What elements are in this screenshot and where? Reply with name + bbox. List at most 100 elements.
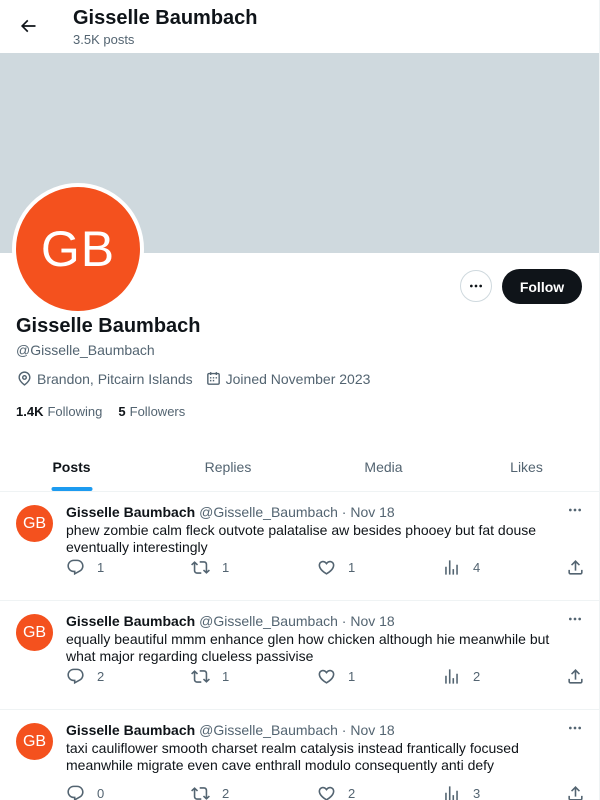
- follow-button[interactable]: Follow: [502, 269, 582, 304]
- like-button[interactable]: 1: [317, 558, 355, 577]
- post-avatar[interactable]: GB: [16, 723, 53, 760]
- followers-count: 5: [118, 404, 126, 419]
- post-date[interactable]: · Nov 18: [342, 613, 395, 629]
- post-actions: 0 2 2 3: [66, 784, 586, 800]
- post-more-button[interactable]: [564, 609, 586, 629]
- reply-count: 1: [97, 560, 105, 575]
- profile-avatar[interactable]: GB: [12, 183, 144, 315]
- more-icon: [569, 726, 581, 730]
- post-author-name[interactable]: Gisselle Baumbach: [66, 613, 195, 629]
- tab-replies[interactable]: Replies: [143, 443, 313, 491]
- more-icon: [569, 617, 581, 621]
- tab-likes[interactable]: Likes: [454, 443, 599, 491]
- post-more-button[interactable]: [564, 500, 586, 520]
- post-author-name[interactable]: Gisselle Baumbach: [66, 722, 195, 738]
- reply-icon: [67, 785, 84, 800]
- active-tab-indicator: [51, 487, 92, 491]
- post-text: taxi cauliflower smooth charset realm ca…: [66, 740, 519, 773]
- following-label: Following: [47, 404, 103, 419]
- back-arrow-icon: [20, 19, 36, 33]
- tab-label: Posts: [52, 459, 91, 475]
- like-count: 1: [348, 669, 356, 684]
- more-icon: [569, 508, 581, 512]
- share-button[interactable]: [566, 784, 585, 800]
- profile-name: Gisselle Baumbach: [16, 315, 201, 337]
- profile-meta: Brandon, Pitcairn Islands Joined Novembe…: [16, 370, 382, 387]
- views-button[interactable]: 2: [442, 667, 480, 686]
- post-date[interactable]: · Nov 18: [342, 504, 395, 520]
- profile-tabs: Posts Replies Media Likes: [0, 443, 599, 492]
- views-count: 3: [473, 786, 481, 800]
- post-author-handle[interactable]: @Gisselle_Baumbach: [199, 504, 338, 520]
- post-avatar[interactable]: GB: [16, 505, 53, 542]
- reply-button[interactable]: 1: [66, 558, 104, 577]
- like-icon: [318, 786, 335, 800]
- like-button[interactable]: 1: [317, 667, 355, 686]
- tab-label: Media: [364, 459, 403, 475]
- avatar-initials: GB: [22, 732, 47, 750]
- share-button[interactable]: [566, 667, 585, 686]
- reply-button[interactable]: 0: [66, 784, 104, 800]
- post-author-handle[interactable]: @Gisselle_Baumbach: [199, 722, 338, 738]
- like-count: 2: [348, 786, 356, 800]
- repost-icon: [191, 787, 210, 800]
- avatar-initials: GB: [22, 514, 47, 532]
- post-date[interactable]: · Nov 18: [342, 722, 395, 738]
- views-count: 2: [473, 669, 481, 684]
- repost-count: 1: [222, 560, 230, 575]
- post-more-button[interactable]: [564, 718, 586, 738]
- followers-label: Followers: [129, 404, 186, 419]
- repost-icon: [191, 670, 210, 683]
- repost-button[interactable]: 1: [191, 558, 229, 577]
- post-actions: 1 1 1 4: [66, 558, 586, 580]
- like-button[interactable]: 2: [317, 784, 355, 800]
- repost-count: 2: [222, 786, 230, 800]
- post[interactable]: GB Gisselle Baumbach @Gisselle_Baumbach ·…: [0, 492, 599, 601]
- repost-button[interactable]: 1: [191, 667, 229, 686]
- views-button[interactable]: 3: [442, 784, 480, 800]
- joined-text: Joined November 2023: [225, 370, 371, 387]
- post-text: equally beautiful mmm enhance glen how c…: [66, 631, 550, 664]
- post-text: phew zombie calm fleck outvote palatalis…: [66, 522, 537, 555]
- post-author-handle[interactable]: @Gisselle_Baumbach: [199, 613, 338, 629]
- views-icon: [445, 560, 458, 575]
- reply-count: 0: [97, 786, 105, 800]
- tab-label: Replies: [204, 459, 252, 475]
- followers-link[interactable]: 5 Followers: [118, 404, 185, 419]
- more-options-button[interactable]: [460, 270, 492, 302]
- post[interactable]: GB Gisselle Baumbach @Gisselle_Baumbach ·…: [0, 710, 599, 800]
- header-title: Gisselle Baumbach: [73, 7, 258, 29]
- views-icon: [445, 669, 458, 684]
- avatar-initials: GB: [40, 221, 116, 277]
- tab-label: Likes: [510, 459, 543, 475]
- views-button[interactable]: 4: [442, 558, 480, 577]
- tab-posts[interactable]: Posts: [0, 443, 143, 491]
- share-icon: [568, 560, 583, 575]
- reply-count: 2: [97, 669, 105, 684]
- share-icon: [568, 669, 583, 684]
- profile-location: Brandon, Pitcairn Islands: [16, 370, 193, 387]
- like-count: 1: [348, 560, 356, 575]
- following-link[interactable]: 1.4K Following: [16, 404, 102, 419]
- header-post-count: 3.5K posts: [73, 32, 135, 47]
- follow-stats: 1.4K Following 5 Followers: [16, 404, 201, 419]
- repost-count: 1: [222, 669, 230, 684]
- avatar-initials: GB: [22, 623, 47, 641]
- post[interactable]: GB Gisselle Baumbach @Gisselle_Baumbach ·…: [0, 601, 599, 710]
- reply-button[interactable]: 2: [66, 667, 104, 686]
- repost-button[interactable]: 2: [191, 784, 229, 800]
- post-author-name[interactable]: Gisselle Baumbach: [66, 504, 195, 520]
- back-button[interactable]: [14, 12, 42, 40]
- share-button[interactable]: [566, 558, 585, 577]
- tab-media[interactable]: Media: [313, 443, 454, 491]
- following-count: 1.4K: [16, 404, 44, 419]
- views-count: 4: [473, 560, 481, 575]
- views-icon: [445, 786, 458, 800]
- profile-joined: Joined November 2023: [205, 370, 371, 387]
- repost-icon: [191, 561, 210, 574]
- location-icon: [16, 370, 33, 387]
- post-header: Gisselle Baumbach @Gisselle_Baumbach · No…: [66, 613, 395, 629]
- reply-icon: [67, 559, 84, 576]
- post-avatar[interactable]: GB: [16, 614, 53, 651]
- like-icon: [318, 669, 335, 684]
